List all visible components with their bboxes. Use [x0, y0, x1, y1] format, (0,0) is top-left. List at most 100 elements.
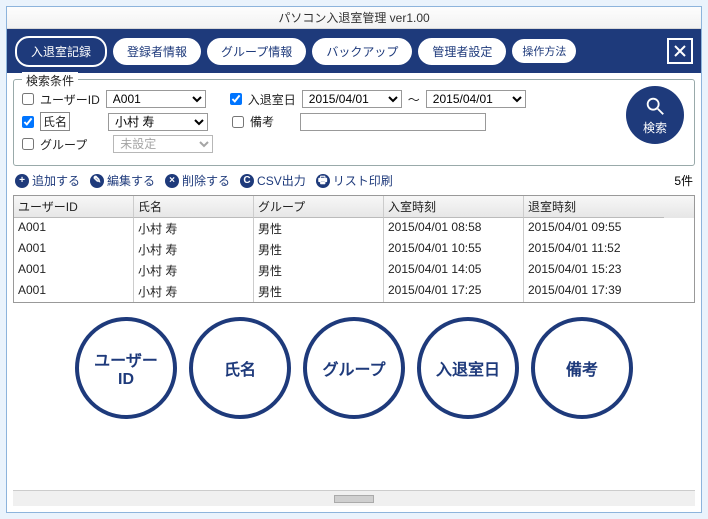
- th-name[interactable]: 氏名: [134, 196, 254, 218]
- app-window: パソコン入退室管理 ver1.00 入退室記録 登録者情報 グループ情報 バック…: [6, 6, 702, 513]
- group-checkbox[interactable]: [22, 138, 34, 150]
- search-legend: 検索条件: [22, 72, 78, 89]
- remarks-checkbox[interactable]: [232, 116, 244, 128]
- content-area: 検索条件 ユーザーID A001 入退室日 2015/04/01 ～ 2015/…: [7, 73, 701, 512]
- nav-help-button[interactable]: 操作方法: [512, 39, 576, 63]
- cell-exit: 2015/04/01 17:39: [524, 281, 664, 302]
- circle-group-label: グループ: [322, 356, 385, 380]
- window-title: パソコン入退室管理 ver1.00: [278, 9, 429, 26]
- table-row[interactable]: A001 小村 寿 男性 2015/04/01 10:55 2015/04/01…: [14, 239, 694, 260]
- nav-bar: 入退室記録 登録者情報 グループ情報 バックアップ 管理者設定 操作方法: [7, 29, 701, 73]
- cell-user-id: A001: [14, 281, 134, 302]
- cell-enter: 2015/04/01 10:55: [384, 239, 524, 260]
- cell-enter: 2015/04/01 14:05: [384, 260, 524, 281]
- circle-user-id[interactable]: ユーザー ID: [75, 317, 177, 419]
- user-id-select[interactable]: A001: [106, 90, 206, 108]
- table-body: A001 小村 寿 男性 2015/04/01 08:58 2015/04/01…: [14, 218, 694, 302]
- nav-registrants-button[interactable]: 登録者情報: [113, 38, 201, 65]
- close-button[interactable]: [667, 38, 693, 64]
- cell-exit: 2015/04/01 11:52: [524, 239, 664, 260]
- date-from-select[interactable]: 2015/04/01: [302, 90, 402, 108]
- filter-row-1: ユーザーID A001 入退室日 2015/04/01 ～ 2015/04/01: [22, 90, 686, 108]
- th-exit[interactable]: 退室時刻: [524, 196, 664, 218]
- remarks-input[interactable]: [300, 113, 486, 131]
- table-row[interactable]: A001 小村 寿 男性 2015/04/01 17:25 2015/04/01…: [14, 281, 694, 302]
- cell-user-id: A001: [14, 260, 134, 281]
- name-label: 氏名: [40, 112, 70, 131]
- plus-icon: +: [15, 174, 29, 188]
- cell-user-id: A001: [14, 239, 134, 260]
- search-fieldset: 検索条件 ユーザーID A001 入退室日 2015/04/01 ～ 2015/…: [13, 79, 695, 166]
- csv-label: CSV出力: [257, 172, 306, 189]
- circle-date-label: 入退室日: [436, 356, 500, 380]
- cell-user-id: A001: [14, 218, 134, 239]
- user-id-label: ユーザーID: [40, 91, 100, 108]
- search-icon: [644, 95, 666, 117]
- cell-group: 男性: [254, 260, 384, 281]
- result-count: 5件: [674, 172, 693, 189]
- pencil-icon: ✎: [90, 174, 104, 188]
- cell-name: 小村 寿: [134, 239, 254, 260]
- nav-groups-button[interactable]: グループ情報: [207, 38, 306, 65]
- print-label: リスト印刷: [333, 172, 393, 189]
- title-bar: パソコン入退室管理 ver1.00: [7, 7, 701, 29]
- edit-button[interactable]: ✎ 編集する: [90, 172, 155, 189]
- csv-button[interactable]: C CSV出力: [240, 172, 306, 189]
- filter-circles: ユーザー ID 氏名 グループ 入退室日 備考: [13, 303, 695, 429]
- cell-exit: 2015/04/01 15:23: [524, 260, 664, 281]
- add-label: 追加する: [32, 172, 80, 189]
- cell-group: 男性: [254, 281, 384, 302]
- close-icon: [673, 44, 687, 58]
- circle-name[interactable]: 氏名: [189, 317, 291, 419]
- circle-user-id-label: ユーザー ID: [94, 347, 158, 389]
- name-checkbox[interactable]: [22, 116, 34, 128]
- cell-group: 男性: [254, 239, 384, 260]
- horizontal-scrollbar[interactable]: [13, 490, 695, 506]
- search-button-label: 検索: [643, 119, 667, 136]
- add-button[interactable]: + 追加する: [15, 172, 80, 189]
- user-id-checkbox[interactable]: [22, 93, 34, 105]
- date-to-select[interactable]: 2015/04/01: [426, 90, 526, 108]
- delete-button[interactable]: × 削除する: [165, 172, 230, 189]
- edit-label: 編集する: [107, 172, 155, 189]
- th-group[interactable]: グループ: [254, 196, 384, 218]
- results-table: ユーザーID 氏名 グループ 入室時刻 退室時刻 A001 小村 寿 男性 20…: [13, 195, 695, 303]
- print-icon: 🖶: [316, 174, 330, 188]
- circle-remarks[interactable]: 備考: [531, 317, 633, 419]
- circle-name-label: 氏名: [224, 356, 256, 380]
- nav-admin-button[interactable]: 管理者設定: [418, 38, 506, 65]
- date-label: 入退室日: [248, 91, 296, 108]
- table-row[interactable]: A001 小村 寿 男性 2015/04/01 14:05 2015/04/01…: [14, 260, 694, 281]
- name-select[interactable]: 小村 寿: [108, 113, 208, 131]
- cell-name: 小村 寿: [134, 281, 254, 302]
- nav-backup-button[interactable]: バックアップ: [312, 38, 412, 65]
- print-button[interactable]: 🖶 リスト印刷: [316, 172, 393, 189]
- group-label: グループ: [40, 136, 87, 153]
- circle-remarks-label: 備考: [566, 356, 598, 380]
- cell-name: 小村 寿: [134, 260, 254, 281]
- delete-label: 削除する: [182, 172, 230, 189]
- search-button[interactable]: 検索: [626, 86, 684, 144]
- th-user-id[interactable]: ユーザーID: [14, 196, 134, 218]
- date-separator: ～: [408, 91, 420, 108]
- scrollbar-thumb[interactable]: [334, 495, 374, 503]
- filter-row-3: グループ 未設定: [22, 135, 686, 153]
- x-icon: ×: [165, 174, 179, 188]
- circle-group[interactable]: グループ: [303, 317, 405, 419]
- filter-row-2: 氏名 小村 寿 備考: [22, 112, 686, 131]
- date-checkbox[interactable]: [230, 93, 242, 105]
- cell-group: 男性: [254, 218, 384, 239]
- remarks-label: 備考: [250, 113, 274, 130]
- table-row[interactable]: A001 小村 寿 男性 2015/04/01 08:58 2015/04/01…: [14, 218, 694, 239]
- group-select[interactable]: 未設定: [113, 135, 213, 153]
- cell-enter: 2015/04/01 17:25: [384, 281, 524, 302]
- nav-records-button[interactable]: 入退室記録: [15, 36, 107, 67]
- cell-exit: 2015/04/01 09:55: [524, 218, 664, 239]
- cell-enter: 2015/04/01 08:58: [384, 218, 524, 239]
- csv-icon: C: [240, 174, 254, 188]
- circle-date[interactable]: 入退室日: [417, 317, 519, 419]
- cell-name: 小村 寿: [134, 218, 254, 239]
- th-enter[interactable]: 入室時刻: [384, 196, 524, 218]
- table-header: ユーザーID 氏名 グループ 入室時刻 退室時刻: [14, 196, 694, 218]
- toolbar: + 追加する ✎ 編集する × 削除する C CSV出力 🖶 リスト印刷 5件: [13, 166, 695, 195]
